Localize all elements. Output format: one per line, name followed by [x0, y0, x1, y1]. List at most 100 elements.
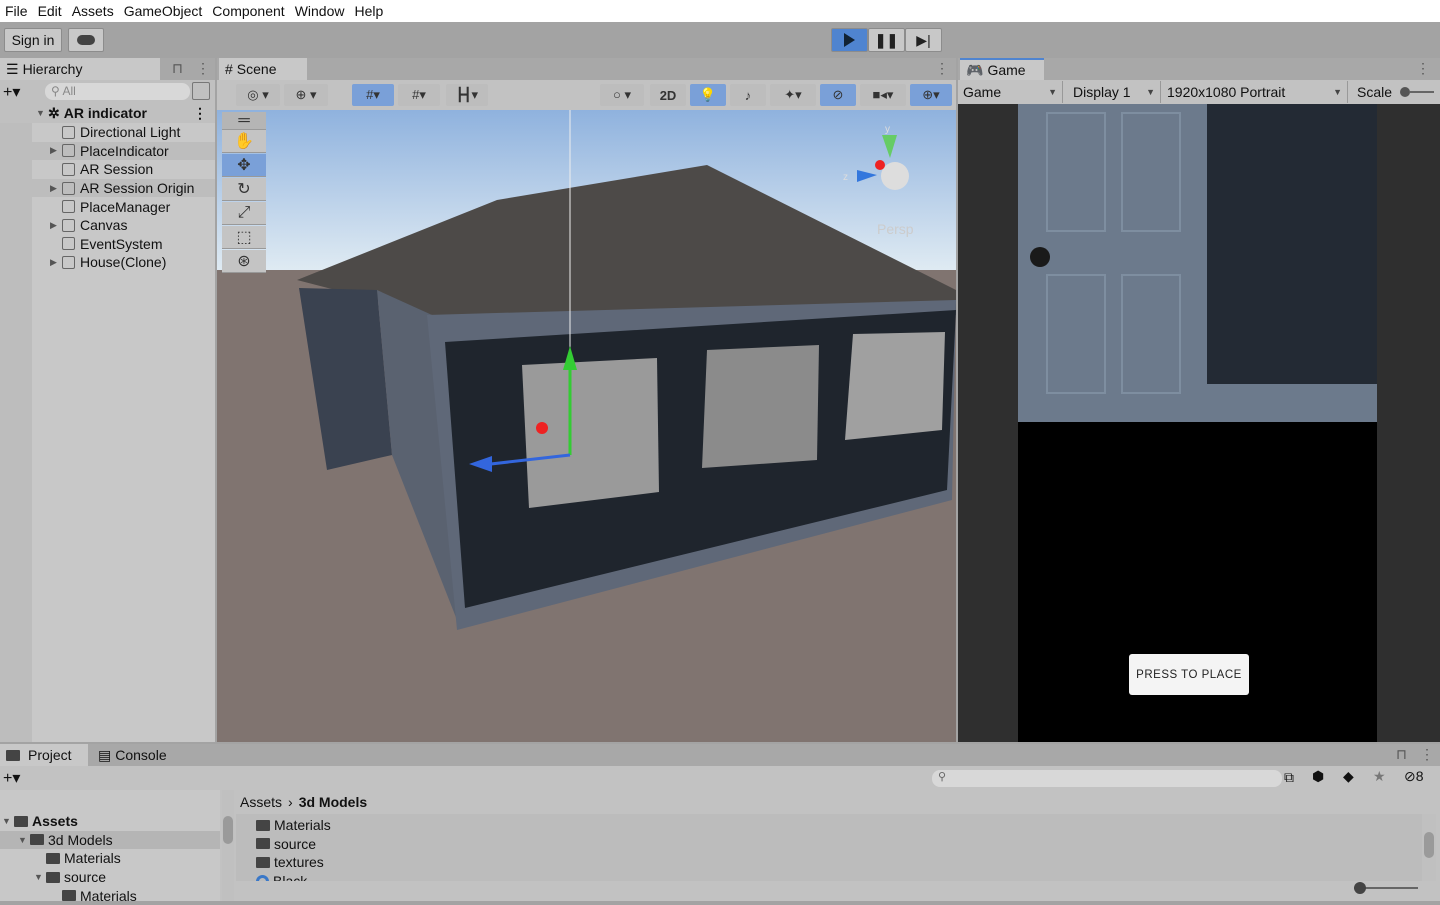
hidden-objects-toggle[interactable]: ⊘: [820, 84, 856, 106]
hierarchy-root[interactable]: ▼ ✲ AR indicator ⋮: [0, 104, 215, 123]
scale-tool[interactable]: ⤢: [222, 202, 266, 225]
tree-item[interactable]: ▼ source: [0, 868, 220, 887]
scale-slider[interactable]: Scale: [1352, 81, 1440, 103]
search-options-icon[interactable]: [192, 82, 210, 100]
gameobject-icon: [62, 200, 75, 214]
file-item[interactable]: source: [236, 835, 316, 854]
scene-viewport[interactable]: Persp y z: [217, 110, 956, 742]
file-item[interactable]: Black: [236, 872, 307, 881]
lock-icon[interactable]: ⊓: [1396, 746, 1407, 763]
game-panel: 🎮 Game ⋮ PRESS TO PLACE: [958, 58, 1440, 742]
move-tool[interactable]: ✥: [222, 154, 266, 177]
draw-mode-button[interactable]: ◎ ▾: [236, 84, 280, 106]
rotate-icon: ↻: [237, 181, 251, 198]
menu-help[interactable]: Help: [349, 3, 388, 19]
rect-icon: ⬚: [236, 229, 252, 246]
more-icon[interactable]: ⋮: [196, 60, 210, 77]
press-to-place-button[interactable]: PRESS TO PLACE: [1129, 654, 1249, 695]
label-icon[interactable]: ◆: [1343, 768, 1354, 785]
hierarchy-item[interactable]: ▶ PlaceIndicator: [0, 141, 215, 161]
file-item[interactable]: textures: [236, 853, 324, 872]
game-mode-dropdown[interactable]: Game ▼: [958, 81, 1063, 103]
snap-increment-button[interactable]: #▾: [398, 84, 440, 106]
camera-icon: ■◂: [872, 87, 887, 102]
project-search-input[interactable]: ⚲: [932, 770, 1282, 787]
menu-file[interactable]: File: [0, 3, 33, 19]
expand-arrow-icon[interactable]: ▶: [50, 220, 62, 231]
lock-icon[interactable]: ⊓: [172, 60, 183, 77]
project-panel: Project ▤ Console ⊓ ⋮ +▾ ⚲ ⧉ ⬢ ◆ ★ ⊘8 ▼ As…: [0, 744, 1440, 904]
tab-game[interactable]: 🎮 Game: [960, 58, 1044, 80]
tab-console[interactable]: ▤ Console: [92, 744, 182, 766]
rotate-tool[interactable]: ↻: [222, 178, 266, 201]
hierarchy-item[interactable]: PlaceManager: [0, 197, 215, 216]
menu-edit[interactable]: Edit: [33, 3, 67, 19]
expand-arrow-icon[interactable]: ▶: [50, 257, 62, 268]
folder-icon: [256, 819, 270, 831]
hierarchy-item[interactable]: EventSystem: [0, 235, 215, 254]
add-button[interactable]: +▾: [3, 82, 20, 102]
hierarchy-search-input[interactable]: ⚲ All: [45, 83, 190, 100]
hierarchy-item[interactable]: ▶ House(Clone): [0, 253, 215, 272]
search-type-icon[interactable]: ⧉: [1284, 769, 1294, 786]
expand-arrow-icon[interactable]: ▶: [50, 145, 62, 156]
folder-icon: [30, 834, 44, 846]
menu-window[interactable]: Window: [290, 3, 350, 19]
tree-item[interactable]: Materials: [0, 849, 220, 868]
tree-item[interactable]: ▼ Assets: [0, 812, 220, 831]
2d-toggle[interactable]: 2D: [650, 84, 686, 106]
material-icon: [256, 874, 269, 881]
menu-gameobject[interactable]: GameObject: [119, 3, 208, 19]
icon-size-slider[interactable]: [1354, 882, 1418, 894]
more-icon[interactable]: ⋮: [935, 60, 949, 77]
hierarchy-item[interactable]: Directional Light: [0, 123, 215, 142]
scale-icon: ⤢: [237, 204, 251, 221]
render-mode-button[interactable]: ⊕ ▾: [284, 84, 328, 106]
tab-project[interactable]: Project: [0, 744, 88, 766]
grid-icon: #: [225, 61, 233, 77]
tab-hierarchy[interactable]: ☰ Hierarchy: [0, 58, 160, 80]
menu-assets[interactable]: Assets: [67, 3, 119, 19]
resolution-dropdown[interactable]: 1920x1080 Portrait ▼: [1162, 81, 1348, 103]
tree-scrollbar[interactable]: [222, 790, 234, 901]
eye-off-icon: ⊘: [1404, 768, 1416, 784]
pause-button[interactable]: ❚❚: [868, 28, 905, 52]
filter-type-icon[interactable]: ⬢: [1312, 768, 1324, 785]
hierarchy-item[interactable]: ▶ AR Session Origin: [0, 178, 215, 198]
folder-icon: [6, 749, 20, 761]
hand-tool[interactable]: ✋: [222, 130, 266, 153]
step-button[interactable]: ▶|: [905, 28, 942, 52]
transform-tool[interactable]: ⊛: [222, 250, 266, 273]
tab-scene[interactable]: # Scene: [219, 58, 307, 80]
menu-component[interactable]: Component: [207, 3, 289, 19]
more-icon[interactable]: ⋮: [1416, 60, 1430, 77]
hierarchy-item[interactable]: AR Session: [0, 160, 215, 179]
hidden-packages-toggle[interactable]: ⊘8: [1404, 768, 1424, 785]
add-button[interactable]: +▾: [3, 768, 20, 788]
cloud-button[interactable]: [68, 28, 104, 52]
lighting-toggle[interactable]: 💡: [690, 84, 726, 106]
file-scrollbar[interactable]: [1422, 814, 1436, 881]
more-icon[interactable]: ⋮: [1420, 746, 1434, 763]
rect-tool[interactable]: ⬚: [222, 226, 266, 249]
expand-arrow-icon[interactable]: ▶: [50, 183, 62, 194]
tool-handle[interactable]: ═: [222, 112, 266, 130]
camera-button[interactable]: ■◂ ▾: [860, 84, 906, 106]
file-item[interactable]: Materials: [236, 816, 331, 835]
audio-toggle[interactable]: ♪: [730, 84, 766, 106]
grid-snap-button[interactable]: #▾: [352, 84, 394, 106]
star-icon[interactable]: ★: [1373, 768, 1386, 785]
svg-text:y: y: [885, 124, 890, 135]
lightbulb-icon: 💡: [699, 87, 717, 102]
tree-item[interactable]: Materials: [0, 886, 220, 905]
persp-label[interactable]: Persp: [877, 221, 914, 237]
hierarchy-item[interactable]: ▶ Canvas: [0, 216, 215, 235]
effects-button[interactable]: ✦▾: [770, 84, 816, 106]
ruler-button[interactable]: ┣┫▾: [446, 84, 488, 106]
gizmos-button[interactable]: ⊕▾: [910, 84, 952, 106]
tree-item[interactable]: ▼ 3d Models: [0, 830, 220, 850]
sign-in-button[interactable]: Sign in: [4, 28, 62, 52]
shading-button[interactable]: ○ ▾: [600, 84, 644, 106]
play-button[interactable]: [831, 28, 868, 52]
display-dropdown[interactable]: Display 1 ▼: [1068, 81, 1161, 103]
